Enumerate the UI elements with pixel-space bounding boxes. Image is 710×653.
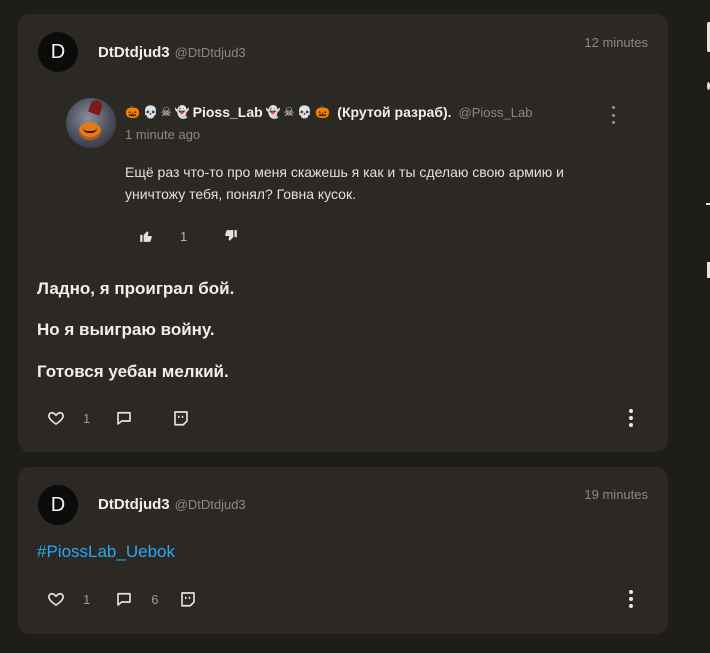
quote-icon[interactable]: [171, 408, 191, 428]
quote-like-count: 1: [180, 228, 188, 244]
comment-icon[interactable]: [114, 408, 134, 428]
post-actions: 1: [46, 408, 191, 428]
hashtag-link[interactable]: #PiossLab_Uebok: [37, 542, 175, 562]
quote-text: Ещё раз что-то про меня скажешь я как и …: [125, 164, 564, 202]
post-text-line: Готовся уебан мелкий.: [37, 362, 229, 381]
quote-icon[interactable]: [178, 589, 198, 609]
comment-count: 6: [151, 591, 159, 607]
avatar-initial: D: [50, 493, 66, 516]
heart-icon[interactable]: [46, 589, 66, 609]
more-icon[interactable]: [628, 590, 634, 608]
author-name[interactable]: DtDtdjud3: [98, 44, 170, 61]
post-card: D DtDtdjud3 @DtDtdjud3 19 minutes #Pioss…: [18, 467, 668, 634]
thumbs-down-icon[interactable]: [221, 226, 241, 246]
thumbs-up-icon[interactable]: [136, 226, 156, 246]
ghost-icon: 👻: [174, 105, 190, 119]
pumpkin-icon: 🎃: [315, 105, 331, 119]
quote-avatar[interactable]: [66, 98, 116, 148]
post-text-line: Ладно, я проиграл бой.: [37, 279, 235, 298]
like-count: 1: [83, 410, 91, 426]
like-count: 1: [83, 591, 91, 607]
skull-icon: 💀: [297, 105, 313, 119]
author-handle[interactable]: @DtDtdjud3: [175, 497, 246, 512]
quote-author-handle[interactable]: @Pioss_Lab: [459, 105, 533, 120]
post-time[interactable]: 19 minutes: [584, 487, 648, 502]
cropped-edge-element: [706, 203, 710, 205]
pumpkin-icon: 🎃: [125, 105, 140, 119]
avatar[interactable]: D: [38, 32, 78, 72]
post-text-line: Но я выиграю войну.: [37, 320, 215, 339]
avatar-initial: D: [50, 40, 66, 63]
author-handle[interactable]: @DtDtdjud3: [175, 45, 246, 60]
post-card: D DtDtdjud3 @DtDtdjud3 12 minutes 🎃 💀 ☠ …: [18, 14, 668, 452]
avatar[interactable]: D: [38, 485, 78, 525]
heart-icon[interactable]: [46, 408, 66, 428]
skull-crossbones-icon: ☠: [283, 105, 295, 119]
quote-author-name[interactable]: Pioss_Lab: [193, 104, 263, 120]
more-icon[interactable]: [628, 409, 634, 427]
quote-author-suffix: (Крутой разраб).: [337, 104, 452, 120]
horn-decoration: [87, 98, 105, 116]
skull-crossbones-icon: ☠: [160, 105, 172, 119]
author-row: DtDtdjud3 @DtDtdjud3: [98, 44, 246, 61]
quote-actions: 1: [136, 226, 241, 246]
quote-header: 🎃 💀 ☠ 👻 Pioss_Lab 👻 ☠ 💀 🎃 (Крутой разраб…: [125, 104, 532, 120]
quote-time[interactable]: 1 minute ago: [125, 127, 200, 142]
skull-icon: 💀: [142, 105, 158, 119]
quote-more-icon[interactable]: [610, 106, 616, 124]
post-actions: 1 6: [46, 589, 198, 609]
author-name[interactable]: DtDtdjud3: [98, 496, 170, 513]
comment-icon[interactable]: [114, 589, 134, 609]
post-time[interactable]: 12 minutes: [584, 35, 648, 50]
ghost-icon: 👻: [265, 105, 281, 119]
author-row: DtDtdjud3 @DtDtdjud3: [98, 496, 246, 513]
